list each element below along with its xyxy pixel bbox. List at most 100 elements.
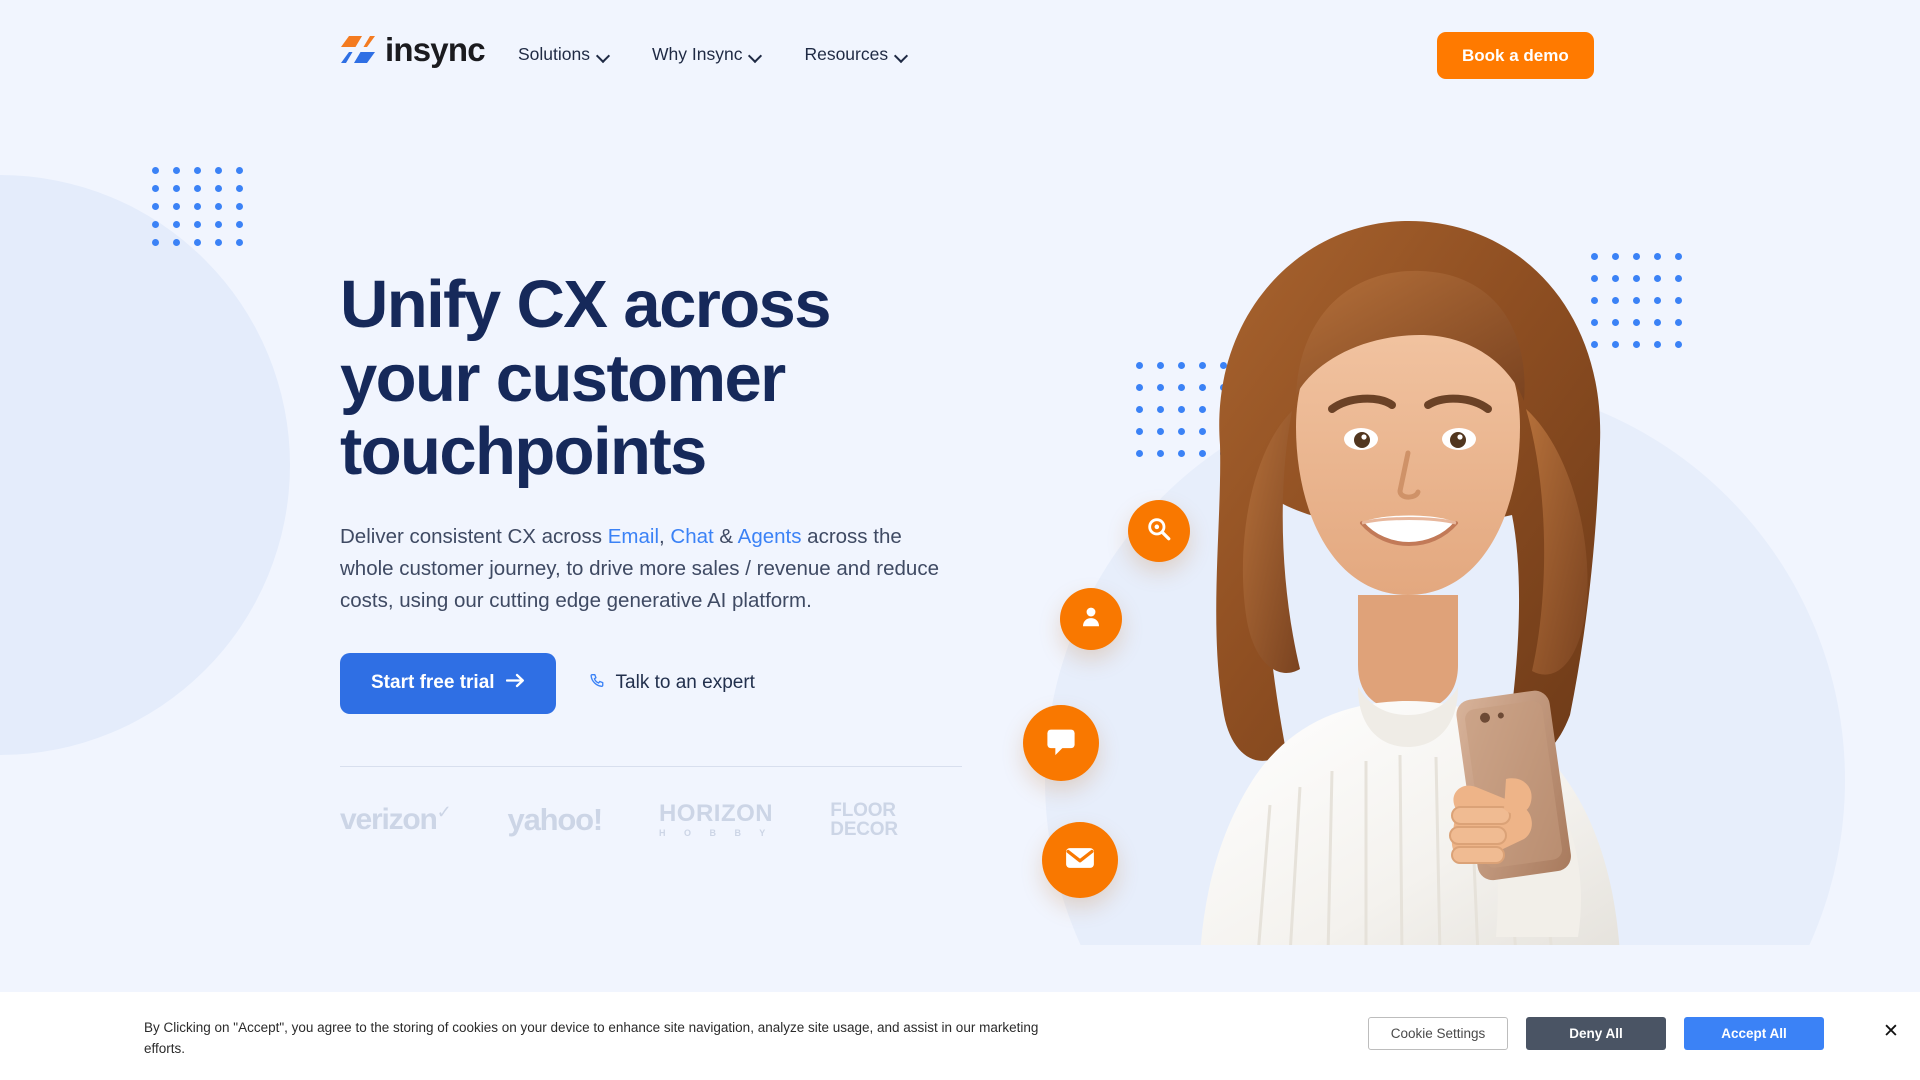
- client-logo-floor-and-decor: FLOOR DECOR: [830, 801, 898, 839]
- person-icon: [1078, 604, 1104, 635]
- decorative-dot: [173, 239, 180, 246]
- decorative-dot: [1591, 275, 1598, 282]
- decorative-dot: [236, 239, 243, 246]
- dot-grid-top-right: [1591, 253, 1696, 363]
- decorative-dot: [215, 167, 222, 174]
- decorative-dot: [152, 203, 159, 210]
- decorative-dot: [1157, 450, 1164, 457]
- subhead-part-1: Deliver consistent CX across: [340, 525, 608, 549]
- chevron-down-icon: [750, 51, 761, 58]
- brand-logo[interactable]: insync: [340, 31, 486, 68]
- headline-line-1: Unify CX across: [340, 267, 831, 342]
- deny-all-button[interactable]: Deny All: [1526, 1017, 1666, 1050]
- decorative-dot: [1675, 341, 1682, 348]
- start-free-trial-label: Start free trial: [371, 672, 495, 694]
- headline-line-2: your customer: [340, 340, 786, 416]
- floating-badge-email[interactable]: [1042, 822, 1118, 898]
- decorative-dot: [1591, 297, 1598, 304]
- decorative-dot: [1612, 275, 1619, 282]
- decorative-dot: [152, 185, 159, 192]
- phone-icon: [589, 672, 606, 695]
- decorative-dot: [1654, 275, 1661, 282]
- start-free-trial-button[interactable]: Start free trial: [340, 652, 556, 714]
- floating-badge-chat[interactable]: [1023, 705, 1099, 781]
- decorative-dot: [215, 221, 222, 228]
- decorative-dot: [1157, 428, 1164, 435]
- dot-grid-middle: [1136, 362, 1241, 472]
- decorative-dot: [194, 203, 201, 210]
- decorative-circle-left: [0, 175, 290, 755]
- talk-to-an-expert-link[interactable]: Talk to an expert: [589, 672, 755, 695]
- nav-item-resources[interactable]: Resources: [804, 44, 907, 65]
- cookie-banner-message: By Clicking on "Accept", you agree to th…: [144, 1020, 1039, 1056]
- dot-grid-top-left: [152, 167, 257, 257]
- client-label-horizon: HORIZON: [658, 799, 774, 827]
- floating-badge-search[interactable]: [1128, 500, 1190, 562]
- decorative-dot: [1136, 428, 1143, 435]
- subhead-sep-2: &: [713, 525, 738, 549]
- envelope-icon: [1063, 841, 1097, 880]
- decorative-dot: [1199, 384, 1206, 391]
- hero-cta-row: Start free trial Talk to an expert: [340, 652, 980, 714]
- subhead-link-agents[interactable]: Agents: [738, 525, 802, 548]
- decorative-dot: [1178, 362, 1185, 369]
- arrow-right-icon: [505, 672, 525, 694]
- chevron-down-icon: [896, 51, 907, 58]
- client-label-decor: DECOR: [830, 818, 898, 840]
- nav-item-why-insync[interactable]: Why Insync: [652, 44, 761, 65]
- decorative-dot: [1136, 406, 1143, 413]
- nav-label-resources: Resources: [804, 44, 889, 64]
- decorative-dot: [1612, 297, 1619, 304]
- main-nav: Solutions Why Insync Resources: [518, 44, 907, 65]
- subhead-link-email[interactable]: Email: [608, 525, 659, 548]
- floating-badge-agent[interactable]: [1060, 588, 1122, 650]
- decorative-dot: [1157, 362, 1164, 369]
- decorative-dot: [1675, 319, 1682, 326]
- chat-bubble-icon: [1044, 724, 1078, 763]
- decorative-dot: [1220, 362, 1227, 369]
- decorative-dot: [1612, 253, 1619, 260]
- client-logo-horizon: HORIZON H O B B Y: [658, 799, 774, 838]
- decorative-dot: [1178, 406, 1185, 413]
- decorative-dot: [1633, 341, 1640, 348]
- decorative-dot: [1633, 275, 1640, 282]
- book-a-demo-button[interactable]: Book a demo: [1437, 32, 1594, 79]
- decorative-dot: [194, 185, 201, 192]
- cookie-consent-banner: By Clicking on "Accept", you agree to th…: [0, 992, 1920, 1080]
- decorative-dot: [1199, 362, 1206, 369]
- decorative-dot: [1136, 384, 1143, 391]
- decorative-dot: [194, 221, 201, 228]
- decorative-dot: [1654, 341, 1661, 348]
- decorative-dot: [236, 167, 243, 174]
- decorative-dot: [1220, 428, 1227, 435]
- hero-subheading: Deliver consistent CX across Email, Chat…: [340, 521, 955, 617]
- nav-label-why-insync: Why Insync: [652, 44, 743, 64]
- decorative-dot: [1199, 428, 1206, 435]
- decorative-dot: [236, 203, 243, 210]
- decorative-dot: [1591, 341, 1598, 348]
- cookie-settings-button[interactable]: Cookie Settings: [1368, 1017, 1508, 1050]
- subhead-link-chat[interactable]: Chat: [670, 525, 713, 548]
- decorative-dot: [1591, 319, 1598, 326]
- decorative-dot: [1136, 450, 1143, 457]
- brand-wordmark: insync: [385, 31, 486, 68]
- decorative-dot: [1178, 428, 1185, 435]
- decorative-dot: [152, 221, 159, 228]
- client-label-floor: FLOOR: [830, 799, 896, 821]
- chevron-down-icon: [598, 51, 609, 58]
- client-logo-strip: verizon✓ yahoo! HORIZON H O B B Y FLOOR …: [340, 801, 980, 839]
- decorative-dot: [1157, 384, 1164, 391]
- decorative-dot: [173, 203, 180, 210]
- client-label-verizon: verizon: [340, 803, 438, 837]
- decorative-dot: [173, 221, 180, 228]
- client-logo-verizon: verizon✓: [340, 802, 452, 837]
- close-icon[interactable]: ✕: [1880, 1020, 1902, 1042]
- decorative-dot: [1612, 341, 1619, 348]
- talk-to-an-expert-label: Talk to an expert: [615, 672, 755, 694]
- nav-item-solutions[interactable]: Solutions: [518, 44, 609, 65]
- accept-all-button[interactable]: Accept All: [1684, 1017, 1824, 1050]
- hero-content: Unify CX across your customer touchpoint…: [340, 268, 980, 839]
- decorative-dot: [1675, 297, 1682, 304]
- decorative-dot: [1178, 450, 1185, 457]
- verizon-checkmark-icon: ✓: [436, 802, 452, 823]
